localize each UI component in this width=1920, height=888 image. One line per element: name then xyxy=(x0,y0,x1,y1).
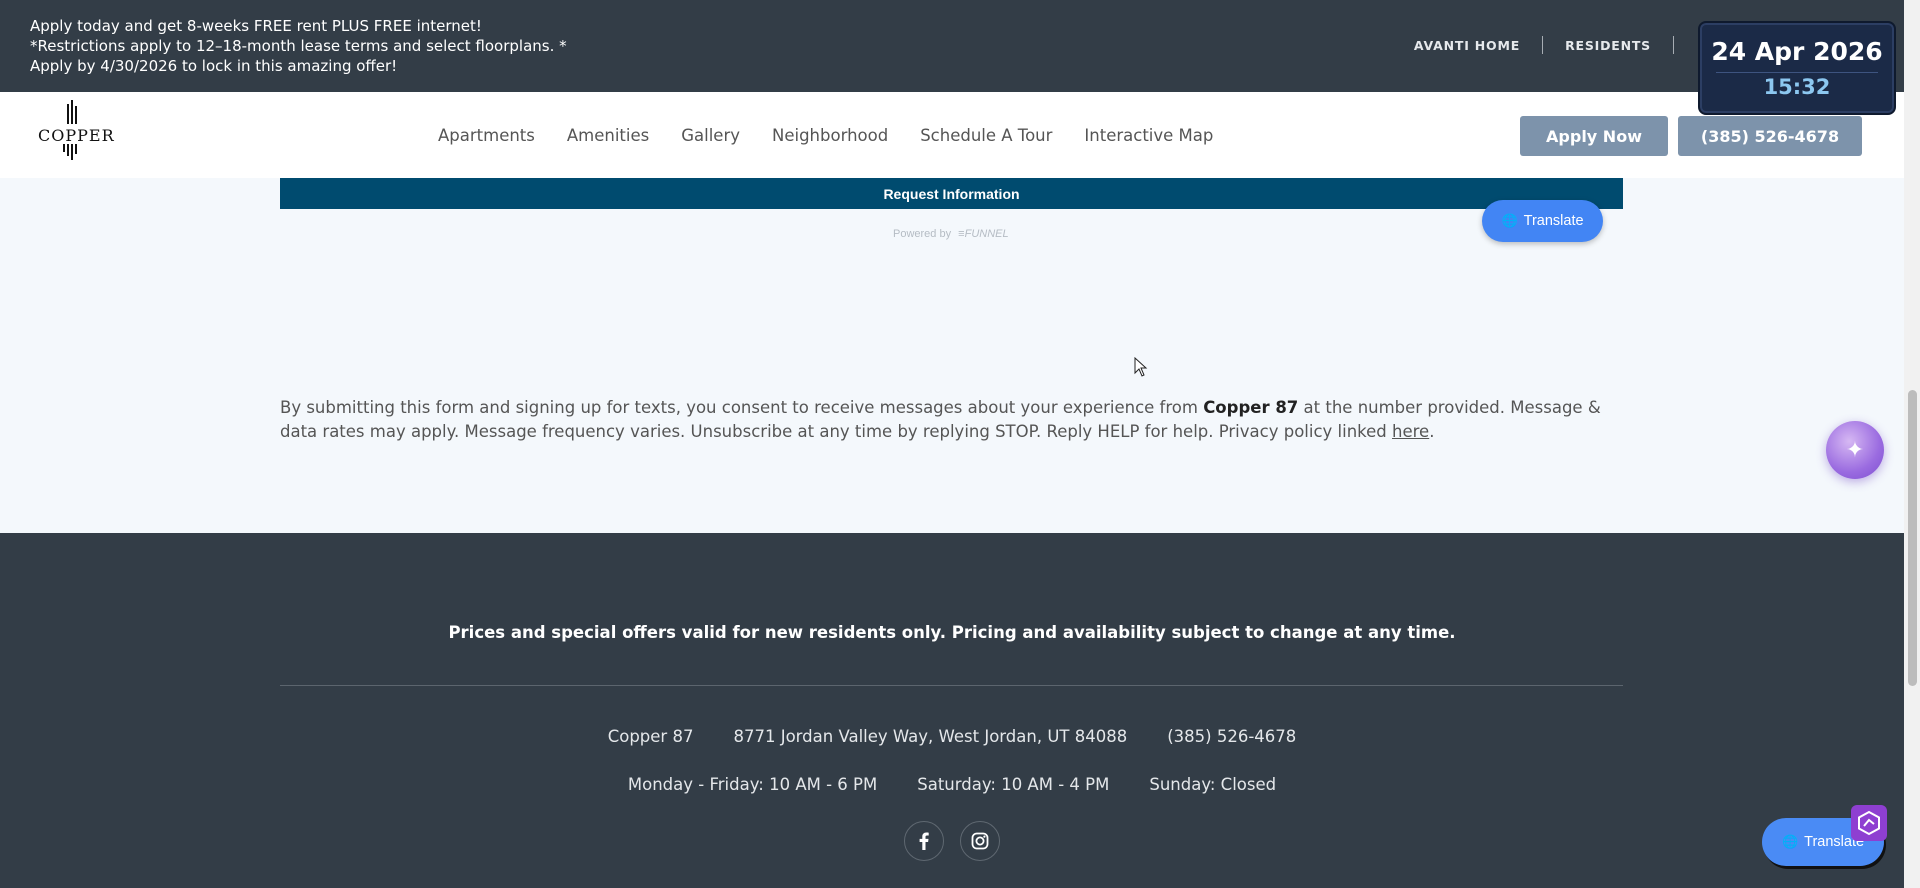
funnel-brand: FUNNEL xyxy=(964,228,1009,240)
hours-row: Monday - Friday: 10 AM - 6 PM Saturday: … xyxy=(0,775,1904,794)
copper-logo[interactable]: COPPER xyxy=(38,100,114,164)
nav-neighborhood[interactable]: Neighborhood xyxy=(772,126,888,145)
divider xyxy=(1542,36,1544,54)
footer-divider xyxy=(280,685,1623,686)
hours-weekday: Monday - Friday: 10 AM - 6 PM xyxy=(627,775,878,794)
sms-consent-text: By submitting this form and signing up f… xyxy=(280,396,1626,444)
main-nav: COPPER Apartments Amenities Gallery Neig… xyxy=(0,92,1904,178)
divider xyxy=(1673,36,1674,54)
ai-assistant-sparkle-icon[interactable]: ✦ xyxy=(1826,421,1884,479)
avanti-home-link[interactable]: AVANTI HOME xyxy=(1414,38,1520,53)
promo-text: Apply today and get 8-weeks FREE rent PL… xyxy=(30,16,567,76)
request-information-button[interactable]: Request Information xyxy=(280,178,1623,209)
phone-button[interactable]: (385) 526-4678 xyxy=(1678,116,1862,156)
nav-interactive-map[interactable]: Interactive Map xyxy=(1084,126,1213,145)
nav-amenities[interactable]: Amenities xyxy=(567,126,649,145)
consent-part-1: By submitting this form and signing up f… xyxy=(280,398,1204,417)
time-display: 15:32 xyxy=(1763,75,1831,99)
divider xyxy=(1716,72,1878,73)
promo-line-1: Apply today and get 8-weeks FREE rent PL… xyxy=(30,17,482,35)
consent-property-name: Copper 87 xyxy=(1203,398,1299,417)
apply-now-button[interactable]: Apply Now xyxy=(1520,116,1668,156)
extension-badge-icon[interactable] xyxy=(1851,805,1887,841)
social-links xyxy=(904,821,1016,861)
page-scrollbar[interactable] xyxy=(1904,0,1920,888)
property-name: Copper 87 xyxy=(607,727,694,746)
residents-link[interactable]: RESIDENTS xyxy=(1565,38,1651,53)
privacy-policy-link[interactable]: here xyxy=(1392,422,1429,441)
translate-label: Translate xyxy=(1523,213,1584,229)
facebook-icon[interactable] xyxy=(904,821,944,861)
consent-end: . xyxy=(1429,422,1435,441)
datetime-widget: 24 Apr 2026 15:32 xyxy=(1698,21,1896,115)
nav-apartments[interactable]: Apartments xyxy=(438,126,535,145)
globe-icon: 🌐 xyxy=(1501,213,1518,228)
top-links: AVANTI HOME RESIDENTS xyxy=(1414,36,1674,54)
promo-line-3: Apply by 4/30/2026 to lock in this amazi… xyxy=(30,57,398,75)
date-display: 24 Apr 2026 xyxy=(1711,37,1883,66)
funnel-logo: ≡FUNNEL xyxy=(954,228,1008,240)
nav-items: Apartments Amenities Gallery Neighborhoo… xyxy=(438,126,1245,145)
scrollbar-thumb[interactable] xyxy=(1908,390,1917,686)
property-address[interactable]: 8771 Jordan Valley Way, West Jordan, UT … xyxy=(733,727,1127,746)
powered-by: Powered by ≡FUNNEL xyxy=(893,228,1009,240)
hours-sunday: Sunday: Closed xyxy=(1149,775,1277,794)
promo-bar: Apply today and get 8-weeks FREE rent PL… xyxy=(0,0,1904,92)
nav-gallery[interactable]: Gallery xyxy=(681,126,740,145)
nav-schedule-tour[interactable]: Schedule A Tour xyxy=(920,126,1052,145)
footer: Prices and special offers valid for new … xyxy=(0,533,1904,888)
footer-phone[interactable]: (385) 526-4678 xyxy=(1167,727,1296,746)
instagram-icon[interactable] xyxy=(960,821,1000,861)
powered-by-label: Powered by xyxy=(893,228,952,240)
contact-row: Copper 87 8771 Jordan Valley Way, West J… xyxy=(0,727,1904,746)
hours-saturday: Saturday: 10 AM - 4 PM xyxy=(917,775,1110,794)
pricing-disclaimer: Prices and special offers valid for new … xyxy=(448,623,1456,642)
translate-button[interactable]: 🌐 Translate xyxy=(1482,200,1603,242)
mouse-cursor-icon xyxy=(1134,356,1148,381)
promo-line-2: *Restrictions apply to 12–18-month lease… xyxy=(30,37,567,55)
globe-icon: 🌐 xyxy=(1781,834,1799,849)
logo-wordmark: COPPER xyxy=(38,126,115,145)
